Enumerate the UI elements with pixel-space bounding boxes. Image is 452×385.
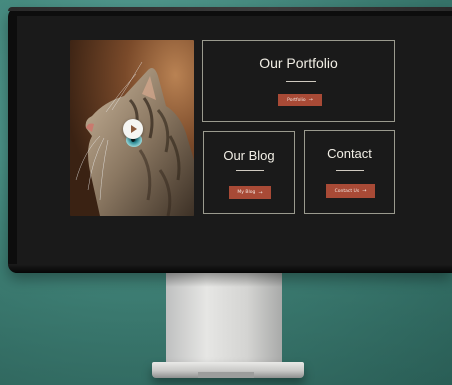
contact-title: Contact xyxy=(327,146,372,161)
contact-button[interactable]: Contact Us → xyxy=(326,184,375,198)
blog-divider xyxy=(236,170,264,171)
portfolio-divider xyxy=(286,81,316,82)
blog-title: Our Blog xyxy=(223,148,275,163)
portfolio-button-label: Portfolio xyxy=(287,97,306,103)
portfolio-button[interactable]: Portfolio → xyxy=(278,94,322,106)
arrow-right-icon: → xyxy=(258,189,263,196)
monitor-stand-neck xyxy=(166,273,282,367)
portfolio-card: Our Portfolio Portfolio → xyxy=(202,40,395,122)
arrow-right-icon: → xyxy=(362,188,367,194)
contact-button-label: Contact Us xyxy=(334,188,360,194)
blog-button[interactable]: My Blog → xyxy=(229,186,271,199)
monitor-bezel xyxy=(8,7,452,11)
monitor-chin xyxy=(8,264,452,273)
portfolio-title: Our Portfolio xyxy=(259,55,338,71)
contact-divider xyxy=(336,170,364,171)
arrow-right-icon: → xyxy=(308,97,313,103)
blog-button-label: My Blog xyxy=(237,190,256,195)
play-icon[interactable] xyxy=(123,119,143,139)
contact-card: Contact Contact Us → xyxy=(304,130,395,214)
stand-shadow xyxy=(166,273,282,287)
blog-card: Our Blog My Blog → xyxy=(203,131,295,214)
stand-base-notch xyxy=(198,372,254,378)
